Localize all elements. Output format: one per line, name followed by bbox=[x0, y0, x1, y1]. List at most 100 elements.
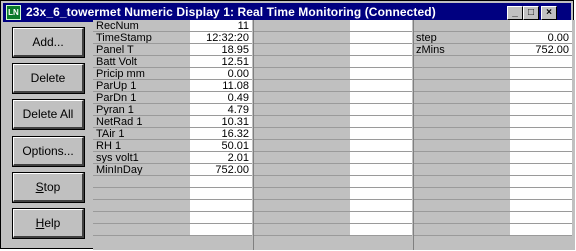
row-label[interactable] bbox=[413, 116, 510, 128]
row-label[interactable] bbox=[253, 56, 350, 68]
row-label[interactable]: RecNum bbox=[93, 20, 190, 32]
row-label[interactable] bbox=[413, 92, 510, 104]
row-label[interactable] bbox=[253, 176, 350, 188]
row-value bbox=[350, 224, 412, 236]
options-button[interactable]: Options... bbox=[12, 136, 85, 167]
row-label[interactable] bbox=[253, 188, 350, 200]
row-label[interactable]: Pricip mm bbox=[93, 68, 190, 80]
delete-button[interactable]: Delete bbox=[12, 63, 85, 94]
row-value bbox=[510, 116, 572, 128]
column-divider bbox=[413, 20, 414, 250]
row-label[interactable] bbox=[253, 44, 350, 56]
row-label[interactable] bbox=[253, 212, 350, 224]
row-label[interactable] bbox=[253, 92, 350, 104]
row-label[interactable] bbox=[253, 32, 350, 44]
maximize-icon: □ bbox=[527, 7, 535, 18]
row-value bbox=[510, 164, 572, 176]
row-label[interactable] bbox=[413, 68, 510, 80]
row-value bbox=[510, 224, 572, 236]
row-label[interactable] bbox=[253, 128, 350, 140]
row-value: 12.51 bbox=[190, 56, 252, 68]
minimize-button[interactable]: _ bbox=[507, 6, 523, 20]
row-value bbox=[350, 20, 412, 32]
row-label[interactable]: sys volt1 bbox=[93, 152, 190, 164]
row-value bbox=[510, 80, 572, 92]
row-label[interactable] bbox=[413, 104, 510, 116]
close-button[interactable]: × bbox=[541, 6, 557, 20]
row-value bbox=[350, 44, 412, 56]
row-label[interactable] bbox=[93, 224, 190, 236]
row-value bbox=[510, 200, 572, 212]
row-label[interactable]: Pyran 1 bbox=[93, 104, 190, 116]
row-label[interactable] bbox=[253, 140, 350, 152]
row-value: 12:32:20 bbox=[190, 32, 252, 44]
row-label[interactable] bbox=[253, 116, 350, 128]
row-label[interactable]: TAir 1 bbox=[93, 128, 190, 140]
row-label[interactable] bbox=[413, 128, 510, 140]
row-label[interactable] bbox=[413, 80, 510, 92]
row-value bbox=[350, 32, 412, 44]
row-label[interactable] bbox=[253, 68, 350, 80]
row-label[interactable] bbox=[413, 140, 510, 152]
row-label[interactable] bbox=[253, 20, 350, 32]
row-value: 0.49 bbox=[190, 92, 252, 104]
row-value bbox=[350, 80, 412, 92]
maximize-button[interactable]: □ bbox=[523, 6, 539, 20]
row-value bbox=[510, 68, 572, 80]
row-label[interactable] bbox=[413, 152, 510, 164]
numeric-display-grid[interactable]: RecNum 11 TimeStamp 12:32:20 Panel T 18.95 Bat… bbox=[93, 20, 575, 250]
row-value: 10.31 bbox=[190, 116, 252, 128]
row-value bbox=[350, 176, 412, 188]
row-value bbox=[350, 92, 412, 104]
row-label[interactable]: TimeStamp bbox=[93, 32, 190, 44]
row-label[interactable] bbox=[413, 188, 510, 200]
row-value bbox=[350, 212, 412, 224]
row-label[interactable]: MinInDay bbox=[93, 164, 190, 176]
row-label[interactable]: ParDn 1 bbox=[93, 92, 190, 104]
row-label[interactable] bbox=[93, 176, 190, 188]
row-label[interactable] bbox=[253, 200, 350, 212]
row-value: 18.95 bbox=[190, 44, 252, 56]
row-label[interactable]: zMins bbox=[413, 44, 510, 56]
add-button[interactable]: Add... bbox=[12, 27, 85, 58]
row-label[interactable] bbox=[413, 200, 510, 212]
row-value bbox=[190, 200, 252, 212]
delete-all-button[interactable]: Delete All bbox=[12, 99, 85, 130]
row-value: 0.00 bbox=[510, 32, 572, 44]
column-divider bbox=[253, 20, 254, 250]
row-value bbox=[350, 188, 412, 200]
row-label[interactable] bbox=[253, 104, 350, 116]
row-label[interactable]: step bbox=[413, 32, 510, 44]
row-value bbox=[510, 176, 572, 188]
row-value: 16.32 bbox=[190, 128, 252, 140]
row-label[interactable] bbox=[413, 20, 510, 32]
row-label[interactable] bbox=[253, 152, 350, 164]
close-icon: × bbox=[546, 7, 552, 18]
row-value bbox=[350, 56, 412, 68]
row-label[interactable] bbox=[413, 212, 510, 224]
row-value bbox=[350, 128, 412, 140]
row-label[interactable] bbox=[93, 200, 190, 212]
row-value bbox=[510, 56, 572, 68]
row-label[interactable]: Panel T bbox=[93, 44, 190, 56]
row-label[interactable]: RH 1 bbox=[93, 140, 190, 152]
stop-button[interactable]: Stop bbox=[12, 172, 85, 203]
row-label[interactable] bbox=[413, 164, 510, 176]
row-label[interactable]: Batt Volt bbox=[93, 56, 190, 68]
row-label[interactable]: ParUp 1 bbox=[93, 80, 190, 92]
row-label[interactable] bbox=[413, 176, 510, 188]
help-button[interactable]: Help bbox=[12, 208, 85, 239]
row-label[interactable] bbox=[413, 56, 510, 68]
row-label[interactable] bbox=[413, 224, 510, 236]
row-value bbox=[190, 188, 252, 200]
row-label[interactable] bbox=[253, 224, 350, 236]
row-value bbox=[350, 116, 412, 128]
row-label[interactable] bbox=[93, 188, 190, 200]
row-label[interactable] bbox=[253, 164, 350, 176]
row-label[interactable] bbox=[253, 80, 350, 92]
row-label[interactable]: NetRad 1 bbox=[93, 116, 190, 128]
row-value bbox=[510, 152, 572, 164]
row-label[interactable] bbox=[93, 212, 190, 224]
row-value bbox=[350, 200, 412, 212]
row-value bbox=[350, 152, 412, 164]
